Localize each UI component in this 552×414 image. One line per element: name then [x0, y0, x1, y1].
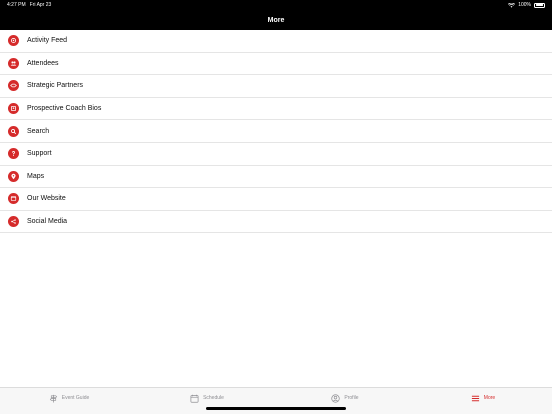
question-icon: [8, 148, 19, 160]
status-time: 4:27 PM: [7, 2, 26, 8]
share-icon: [8, 216, 19, 228]
website-icon: [8, 193, 19, 205]
more-menu-list: Activity Feed Attendees Strategic Partne…: [0, 30, 552, 234]
menu-item-label: Maps: [27, 172, 45, 180]
menu-item-prospective-coach-bios[interactable]: Prospective Coach Bios: [0, 98, 552, 121]
wifi-icon: [508, 2, 516, 8]
menu-item-social-media[interactable]: Social Media: [0, 211, 552, 234]
person-icon: [331, 393, 341, 403]
status-date: Fri Apr 23: [29, 2, 52, 8]
tab-label: Schedule: [203, 395, 224, 401]
map-pin-icon: [8, 170, 19, 182]
menu-item-support[interactable]: Support: [0, 143, 552, 166]
tab-schedule[interactable]: Schedule: [138, 388, 276, 414]
tab-label: More: [483, 395, 496, 401]
home-indicator[interactable]: [206, 407, 346, 410]
coach-icon: [8, 103, 19, 115]
battery-percent: 100%: [518, 2, 531, 8]
menu-item-maps[interactable]: Maps: [0, 166, 552, 189]
menu-item-strategic-partners[interactable]: Strategic Partners: [0, 75, 552, 98]
handshake-icon: [8, 80, 19, 92]
signpost-icon: [49, 394, 57, 403]
activity-feed-icon: [8, 35, 19, 47]
tab-label: Event Guide: [61, 395, 90, 401]
menu-item-search[interactable]: Search: [0, 120, 552, 143]
status-bar: 4:27 PM Fri Apr 23 100%: [0, 0, 552, 10]
menu-item-label: Support: [27, 150, 52, 158]
menu-item-our-website[interactable]: Our Website: [0, 188, 552, 211]
menu-item-label: Attendees: [27, 59, 59, 67]
menu-item-activity-feed[interactable]: Activity Feed: [0, 30, 552, 53]
search-icon: [8, 125, 19, 137]
tab-more[interactable]: More: [414, 388, 552, 414]
nav-bar: More: [0, 10, 552, 30]
menu-item-attendees[interactable]: Attendees: [0, 53, 552, 76]
menu-item-label: Search: [27, 127, 50, 135]
calendar-icon: [190, 394, 199, 403]
tab-label: Profile: [344, 395, 359, 401]
hamburger-icon: [471, 395, 479, 401]
menu-item-label: Strategic Partners: [27, 82, 84, 90]
page-title: More: [267, 16, 285, 24]
menu-item-label: Prospective Coach Bios: [27, 105, 102, 113]
menu-item-label: Social Media: [27, 218, 68, 226]
battery-icon: [534, 2, 545, 8]
menu-item-label: Our Website: [27, 195, 66, 203]
attendees-icon: [8, 57, 19, 69]
tab-event-guide[interactable]: Event Guide: [0, 388, 138, 414]
tab-profile[interactable]: Profile: [276, 388, 414, 414]
menu-item-label: Activity Feed: [27, 37, 68, 45]
